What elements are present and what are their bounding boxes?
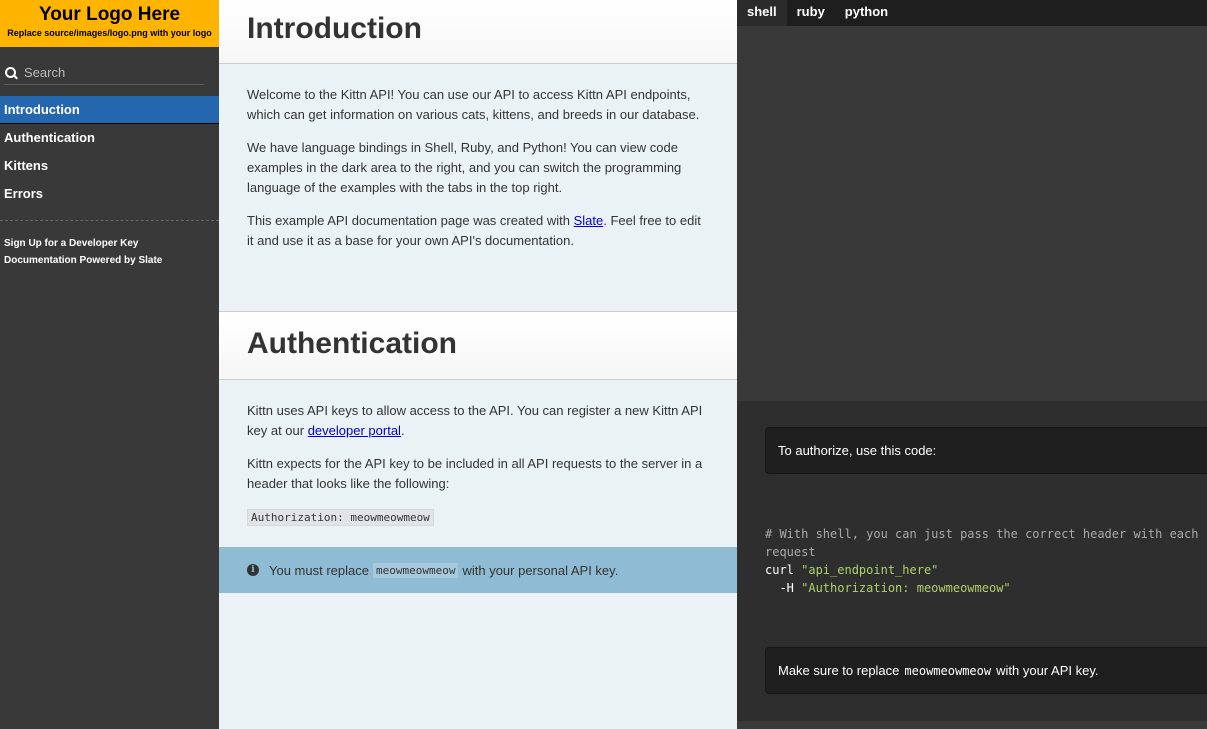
notice-code: meowmeowmeow (372, 562, 459, 578)
signup-link[interactable]: Sign Up for a Developer Key (4, 235, 219, 252)
intro-paragraph-3: This example API documentation page was … (247, 211, 709, 251)
intro-p3-text: This example API documentation page was … (247, 213, 574, 228)
tab-python[interactable]: python (835, 0, 898, 26)
main-content: Introduction Welcome to the Kittn API! Y… (219, 0, 737, 729)
intro-heading-block: Introduction (219, 0, 737, 64)
shell-code-block: # With shell, you can just pass the corr… (765, 525, 1198, 597)
authorize-aside: To authorize, use this code: (765, 427, 1207, 474)
auth-p1-text-end: . (400, 423, 405, 438)
tab-shell[interactable]: shell (737, 0, 787, 26)
logo-subtitle: Replace source/images/logo.png with your… (7, 28, 212, 38)
auth-heading-block: Authentication (219, 311, 737, 380)
code-curl: curl (765, 563, 802, 577)
auth-paragraph-2: Kittn expects for the API key to be incl… (247, 456, 703, 491)
replace-key-aside: Make sure to replace meowmeowmeow with y… (765, 647, 1207, 694)
panel-bottom-strip (737, 721, 1207, 729)
toc-item-introduction[interactable]: Introduction (0, 96, 219, 124)
auth-section: Kittn uses API keys to allow access to t… (219, 380, 737, 547)
sidebar: Your Logo Here Replace source/images/log… (0, 0, 219, 729)
auth-paragraph-1: Kittn uses API keys to allow access to t… (247, 401, 709, 441)
code-panel: shell ruby python To authorize, use this… (737, 0, 1207, 729)
auth-title: Authentication (247, 327, 457, 360)
notice-box: i You must replace meowmeowmeow with you… (219, 547, 737, 593)
search-box (4, 61, 204, 85)
sidebar-divider (0, 220, 219, 221)
language-selector: shell ruby python (737, 0, 1207, 26)
toc: Introduction Authentication Kittens Erro… (0, 96, 219, 208)
slate-link[interactable]: Slate (574, 213, 604, 228)
notice-text-end: with your personal API key. (462, 562, 619, 578)
code-flag: -H (765, 581, 802, 595)
intro-paragraph-2: We have language bindings in Shell, Ruby… (247, 140, 682, 195)
authorize-aside-text: To authorize, use this code: (778, 443, 937, 458)
notice-text: You must replace (269, 562, 369, 578)
replace-aside-text-end: with your API key. (996, 663, 1099, 678)
replace-aside-text: Make sure to replace (778, 663, 900, 678)
developer-portal-link[interactable]: developer portal (308, 423, 401, 438)
toc-item-kittens[interactable]: Kittens (0, 152, 219, 180)
toc-footer: Sign Up for a Developer Key Documentatio… (0, 235, 219, 269)
intro-section: Welcome to the Kittn API! You can use ou… (219, 64, 737, 311)
tab-ruby[interactable]: ruby (787, 0, 835, 26)
code-header-string: "Authorization: meowmeowmeow" (801, 581, 1011, 595)
auth-code-area: To authorize, use this code: # With shel… (737, 401, 1207, 729)
intro-title: Introduction (247, 12, 422, 45)
code-comment-line-1: # With shell, you can just pass the corr… (765, 527, 1199, 541)
search-icon (4, 66, 18, 80)
intro-paragraph-1: Welcome to the Kittn API! You can use ou… (247, 87, 700, 122)
logo[interactable]: Your Logo Here Replace source/images/log… (0, 0, 219, 47)
search-input[interactable] (24, 65, 194, 80)
code-endpoint-string: "api_endpoint_here" (801, 563, 939, 577)
replace-aside-code: meowmeowmeow (904, 663, 992, 678)
info-icon: i (247, 564, 259, 576)
toc-item-authentication[interactable]: Authentication (0, 124, 219, 152)
logo-title: Your Logo Here (38, 4, 181, 25)
auth-header-code: Authorization: meowmeowmeow (247, 509, 434, 526)
toc-item-errors[interactable]: Errors (0, 180, 219, 208)
code-comment-line-2: request (765, 545, 816, 559)
auth-code-line: Authorization: meowmeowmeow (247, 507, 709, 528)
slate-powered-link[interactable]: Documentation Powered by Slate (4, 252, 219, 269)
